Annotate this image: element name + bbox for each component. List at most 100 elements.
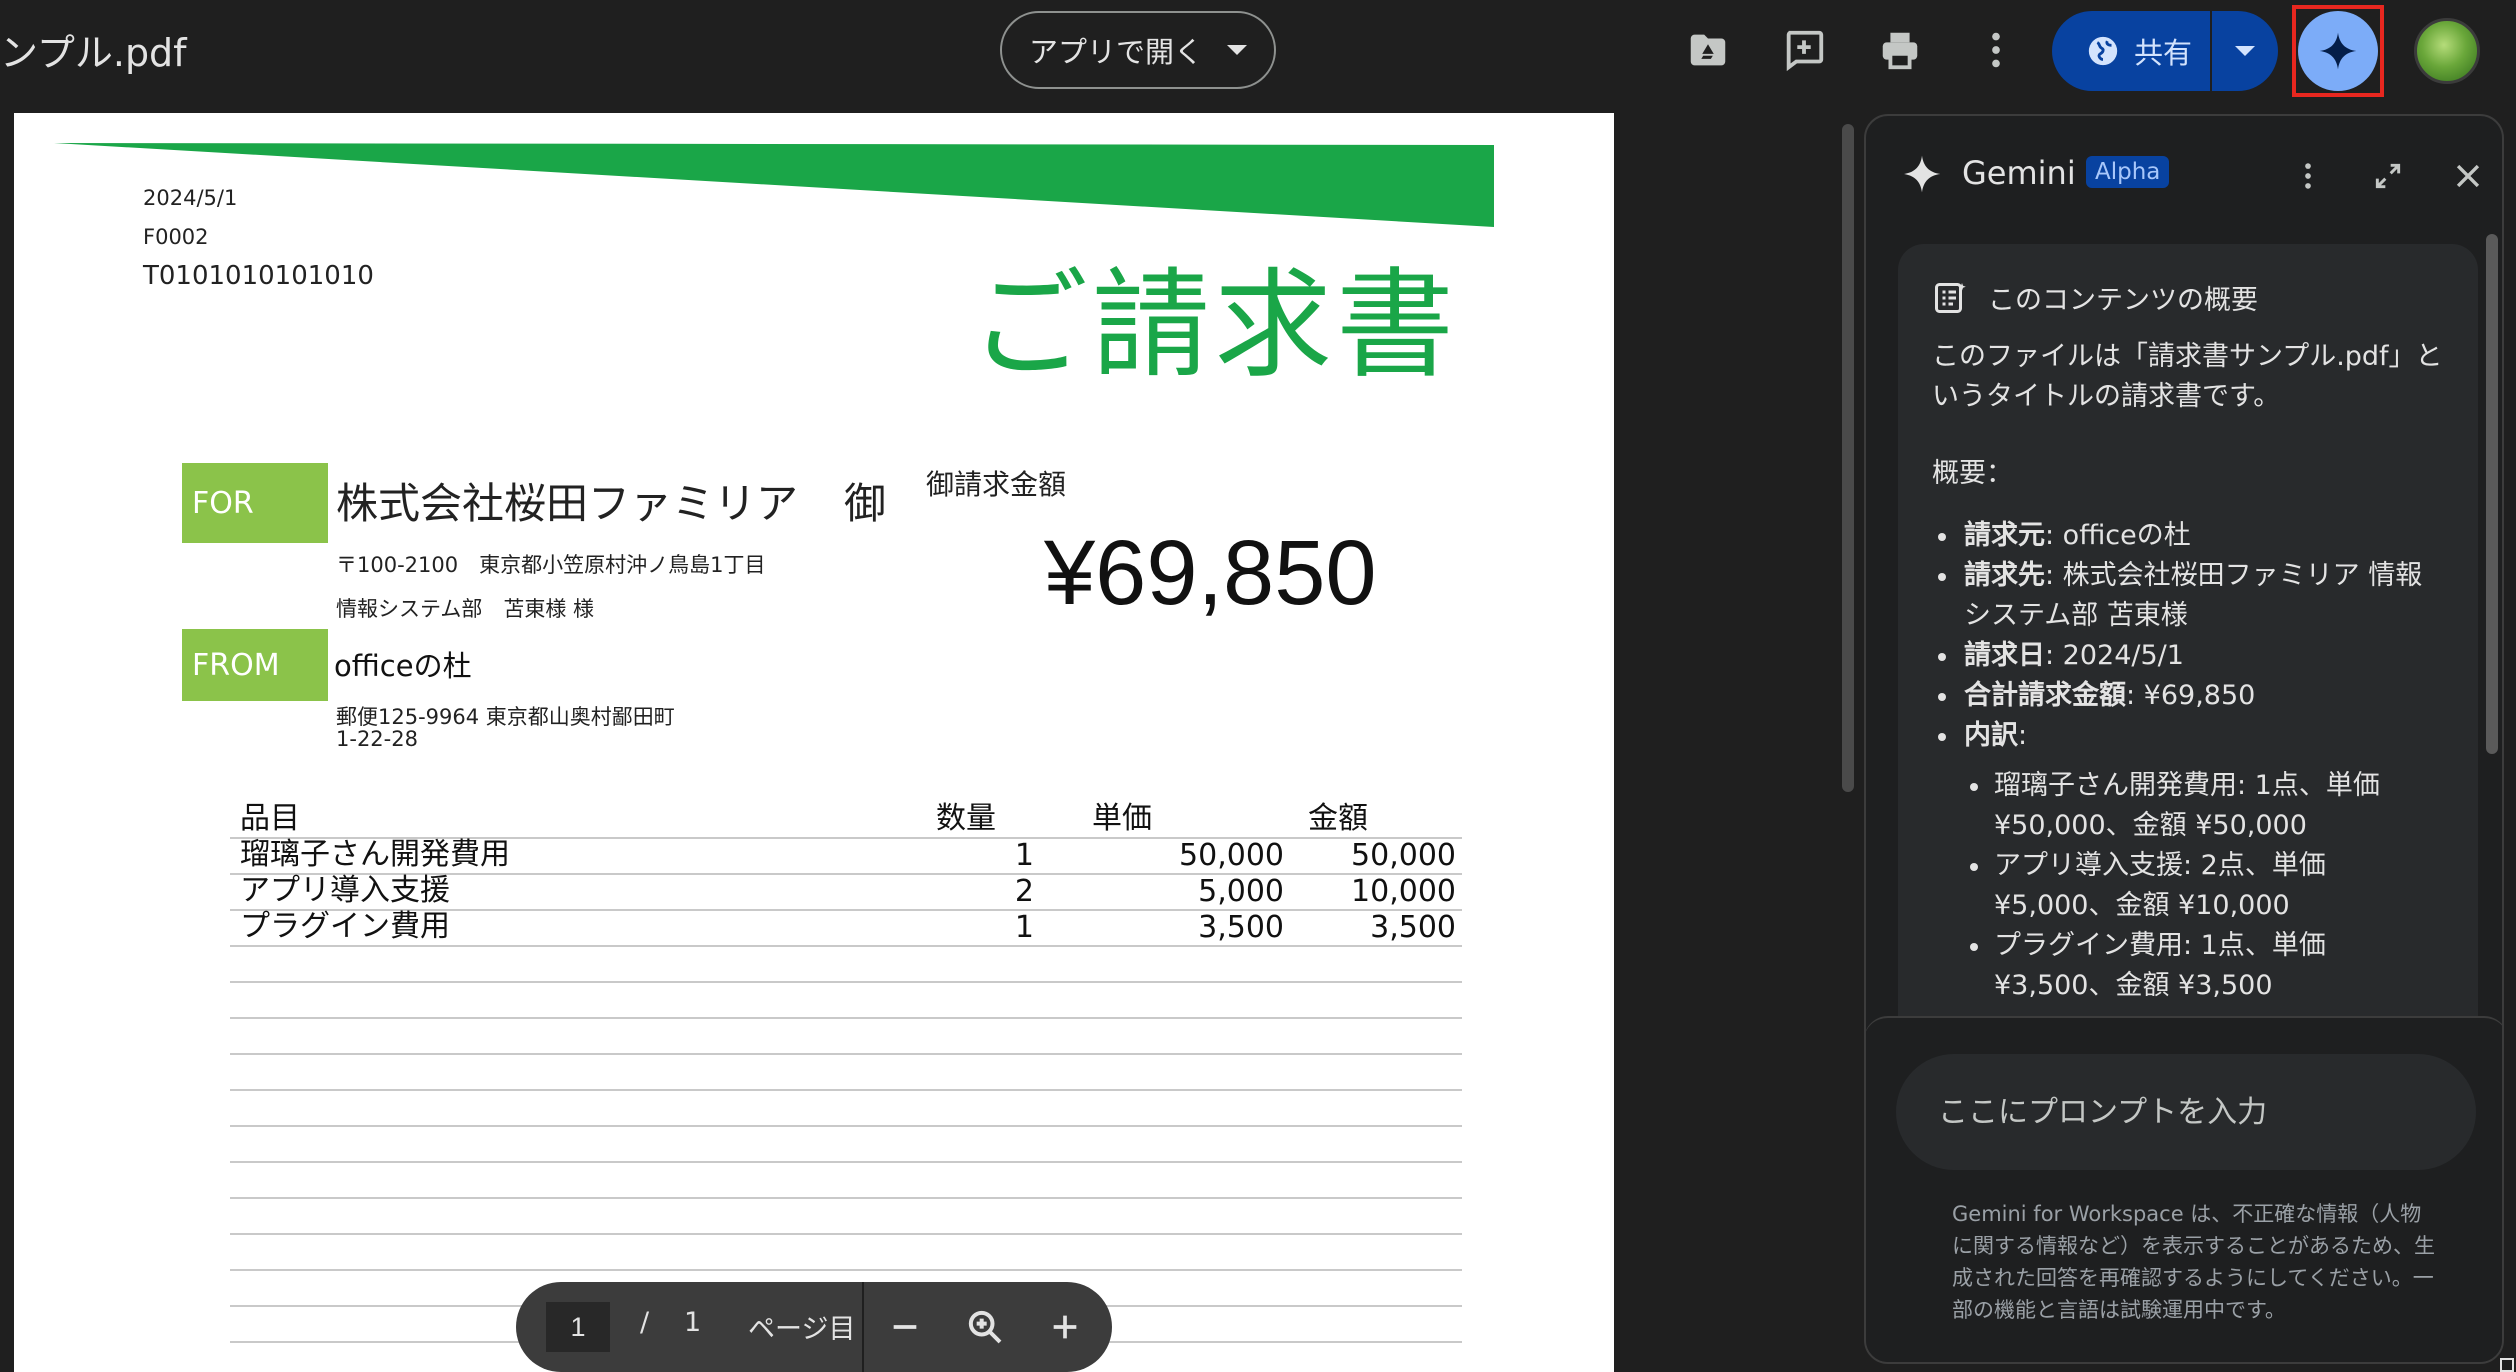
empty-row xyxy=(230,983,1462,1019)
invoice-number: F0002 xyxy=(143,225,209,249)
item-total: 10,000 xyxy=(1351,874,1456,909)
summary-intro: このファイルは「請求書サンプル.pdf」というタイトルの請求書です。 xyxy=(1932,341,2443,412)
close-icon xyxy=(2456,164,2480,188)
print-icon[interactable] xyxy=(1870,20,1930,80)
zoom-button[interactable] xyxy=(958,1300,1012,1354)
list-item: アプリ導入支援: 2点、単価 ¥5,000、金額 ¥10,000 xyxy=(1964,846,2444,926)
empty-row xyxy=(230,1127,1462,1163)
gemini-sparkle-icon xyxy=(1903,155,1941,193)
page-navigation-bar: 1 / 1 ページ目 xyxy=(516,1282,1112,1372)
empty-row xyxy=(230,1091,1462,1127)
col-qty: 数量 xyxy=(936,801,996,836)
bullet-key: 請求元 xyxy=(1964,520,2045,551)
page-slash: / xyxy=(640,1307,650,1338)
more-vert-icon[interactable] xyxy=(1966,20,2026,80)
zoom-in-button[interactable] xyxy=(1038,1300,1092,1354)
resize-corner xyxy=(2500,1358,2514,1372)
item-qty: 2 xyxy=(1014,874,1034,909)
from-label: FROM xyxy=(182,629,328,701)
more-vert-icon xyxy=(2305,163,2311,189)
open-with-app-button[interactable]: アプリで開く xyxy=(1000,11,1276,89)
page-suffix: ページ目 xyxy=(748,1314,856,1345)
share-button[interactable]: 共有 xyxy=(2052,11,2278,91)
item-unit-price: 50,000 xyxy=(1179,838,1284,873)
share-label: 共有 xyxy=(2134,36,2193,70)
close-panel-button[interactable] xyxy=(2444,152,2492,200)
plus-icon xyxy=(1053,1315,1077,1339)
gemini-button[interactable] xyxy=(2298,11,2378,91)
chevron-down-icon xyxy=(2235,46,2255,56)
prompt-input[interactable] xyxy=(1896,1054,2476,1170)
invoice-title: ご請求書 xyxy=(970,256,1459,394)
col-unit-price: 単価 xyxy=(1092,801,1152,836)
zoom-icon xyxy=(968,1310,1002,1344)
from-name: officeの杜 xyxy=(334,649,472,683)
item-unit-price: 5,000 xyxy=(1198,874,1284,909)
gemini-title: Gemini xyxy=(1962,154,2076,192)
empty-row xyxy=(230,947,1462,983)
document-title: ンプル.pdf xyxy=(0,31,187,75)
list-item: 請求先: 株式会社桜田ファミリア 情報システム部 苫東様 xyxy=(1932,556,2444,636)
client-contact: 情報システム部 苫東様 様 xyxy=(336,597,595,621)
chevron-down-icon xyxy=(1227,45,1247,55)
gemini-side-panel: Gemini Alpha このコンテンツの概要 このファイルは「請求書サンプル.… xyxy=(1864,114,2504,1364)
list-item: 内訳: 瑠璃子さん開発費用: 1点、単価 ¥50,000、金額 ¥50,000 … xyxy=(1932,716,2444,1006)
empty-row xyxy=(230,1019,1462,1055)
summary-list: 請求元: officeの杜 請求先: 株式会社桜田ファミリア 情報システム部 苫… xyxy=(1932,516,2444,1006)
top-bar: ンプル.pdf アプリで開く 共有 xyxy=(0,0,2516,110)
item-qty: 1 xyxy=(1014,838,1034,873)
breakdown-list: 瑠璃子さん開発費用: 1点、単価 ¥50,000、金額 ¥50,000 アプリ導… xyxy=(1964,766,2444,1006)
list-item: 合計請求金額: ¥69,850 xyxy=(1932,676,2444,716)
minus-icon xyxy=(893,1325,917,1329)
share-options-dropdown[interactable] xyxy=(2212,11,2278,91)
empty-row xyxy=(230,1055,1462,1091)
account-avatar[interactable] xyxy=(2414,18,2480,84)
client-honorific: 御 xyxy=(844,479,887,528)
disclaimer-text: Gemini for Workspace は、不正確な情報（人物に関する情報など… xyxy=(1952,1202,2435,1322)
list-item: 請求日: 2024/5/1 xyxy=(1932,636,2444,676)
bullet-key: 請求日 xyxy=(1964,640,2045,671)
pdf-scrollbar[interactable] xyxy=(1842,124,1854,792)
table-row: プラグイン費用 1 3,500 3,500 xyxy=(230,909,1462,947)
invoice-date: 2024/5/1 xyxy=(143,186,238,210)
current-page-input[interactable]: 1 xyxy=(546,1302,610,1352)
pagebar-divider xyxy=(862,1282,864,1372)
gemini-panel-header: Gemini Alpha xyxy=(1866,116,2502,226)
share-main[interactable]: 共有 xyxy=(2052,11,2210,91)
empty-row xyxy=(230,1163,1462,1199)
item-qty: 1 xyxy=(1014,910,1034,945)
gemini-sparkle-icon xyxy=(2319,32,2357,70)
alpha-badge: Alpha xyxy=(2086,156,2170,188)
panel-more-button[interactable] xyxy=(2284,152,2332,200)
list-item: 瑠璃子さん開発費用: 1点、単価 ¥50,000、金額 ¥50,000 xyxy=(1964,766,2444,846)
bullet-key: 内訳 xyxy=(1964,720,2018,751)
bullet-value: : 2024/5/1 xyxy=(2045,640,2184,671)
prompt-area: Gemini for Workspace は、不正確な情報（人物に関する情報など… xyxy=(1866,1016,2502,1362)
add-to-drive-icon[interactable] xyxy=(1678,20,1738,80)
item-total: 50,000 xyxy=(1351,838,1456,873)
bullet-key: 合計請求金額 xyxy=(1964,680,2126,711)
item-name: プラグイン費用 xyxy=(240,909,450,944)
col-total: 金額 xyxy=(1308,801,1368,836)
item-total: 3,500 xyxy=(1370,910,1456,945)
open-in-full-icon xyxy=(2375,163,2401,189)
bullet-value: : xyxy=(2018,720,2028,751)
pdf-page: 2024/5/1 F0002 T0101010101010 ご請求書 FOR 株… xyxy=(14,113,1614,1372)
summary-card: このコンテンツの概要 このファイルは「請求書サンプル.pdf」というタイトルの請… xyxy=(1898,244,2478,1144)
summary-title: このコンテンツの概要 xyxy=(1988,285,2258,316)
bullet-value: : officeの杜 xyxy=(2045,520,2191,551)
panel-scrollbar[interactable] xyxy=(2486,234,2498,754)
summarize-icon xyxy=(1935,282,1966,313)
zoom-out-button[interactable] xyxy=(878,1300,932,1354)
summary-title-row: このコンテンツの概要 xyxy=(1932,278,2444,317)
globe-icon xyxy=(2088,36,2118,66)
expand-panel-button[interactable] xyxy=(2364,152,2412,200)
bullet-value: : ¥69,850 xyxy=(2126,680,2256,711)
client-address: 〒100-2100 東京都小笠原村沖ノ鳥島1丁目 xyxy=(336,553,766,577)
open-with-label: アプリで開く xyxy=(1028,35,1203,69)
list-item: プラグイン費用: 1点、単価 ¥3,500、金額 ¥3,500 xyxy=(1964,926,2444,1006)
for-label: FOR xyxy=(182,463,328,543)
registration-number: T0101010101010 xyxy=(143,261,374,291)
header-green-band xyxy=(54,143,1494,227)
add-comment-icon[interactable] xyxy=(1774,20,1834,80)
